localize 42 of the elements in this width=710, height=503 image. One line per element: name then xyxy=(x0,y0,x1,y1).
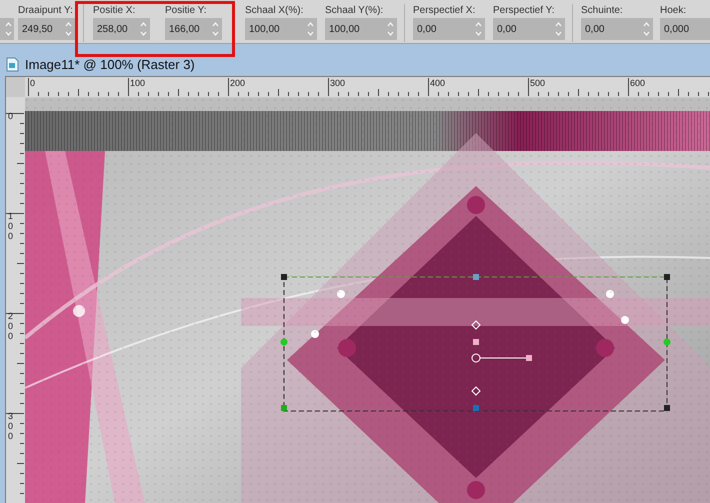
spin-field[interactable]: 0,00 xyxy=(413,18,485,40)
window-title: Image11* @ 100% (Raster 3) xyxy=(25,57,195,72)
ruler-label: 200 xyxy=(230,78,246,88)
field-label: Perspectief X: xyxy=(413,4,476,18)
field-label: Schuinte: xyxy=(581,4,624,18)
ruler-label: 400 xyxy=(430,78,446,88)
ruler-label: 0 xyxy=(30,78,36,88)
spin-field[interactable]: 0,00 xyxy=(581,18,653,40)
field-label: Positie Y: xyxy=(165,4,208,18)
ruler-label: 0 xyxy=(8,111,13,121)
spinner-icon[interactable] xyxy=(555,20,562,38)
ruler-label: 600 xyxy=(630,78,646,88)
ruler-label: 300 xyxy=(330,78,346,88)
spin-field[interactable]: 100,00 xyxy=(325,18,397,40)
spinner-icon[interactable] xyxy=(5,20,12,38)
field-label: Hoek: xyxy=(660,4,688,18)
spinner-icon[interactable] xyxy=(65,20,72,38)
spin-field[interactable]: 0,000 xyxy=(660,18,710,40)
field-label: Schaal X(%): xyxy=(245,4,304,18)
ruler-label: 100 xyxy=(8,211,13,241)
ruler-label: 100 xyxy=(130,78,146,88)
spinner-icon[interactable] xyxy=(475,20,482,38)
ruler-label: 500 xyxy=(530,78,546,88)
ruler-label: 300 xyxy=(8,411,13,441)
field-label: Perspectief Y: xyxy=(493,4,556,18)
spin-field[interactable] xyxy=(0,18,14,40)
spin-field[interactable]: 249,50 xyxy=(18,18,75,40)
field-label: Draaipunt Y: xyxy=(18,4,74,18)
field-label: Schaal Y(%): xyxy=(325,4,384,18)
spinner-icon[interactable] xyxy=(387,20,394,38)
ruler-label: 200 xyxy=(8,311,13,341)
field-label: Positie X: xyxy=(93,4,136,18)
spinner-icon[interactable] xyxy=(212,20,219,38)
spin-field[interactable]: 166,00 xyxy=(165,18,222,40)
spinner-icon[interactable] xyxy=(140,20,147,38)
spinner-icon[interactable] xyxy=(307,20,314,38)
spin-field[interactable]: 100,00 xyxy=(245,18,317,40)
transform-box[interactable] xyxy=(280,273,672,413)
spin-field[interactable]: 0,00 xyxy=(493,18,565,40)
spin-field[interactable]: 258,00 xyxy=(93,18,150,40)
spinner-icon[interactable] xyxy=(643,20,650,38)
document-icon xyxy=(6,57,19,72)
